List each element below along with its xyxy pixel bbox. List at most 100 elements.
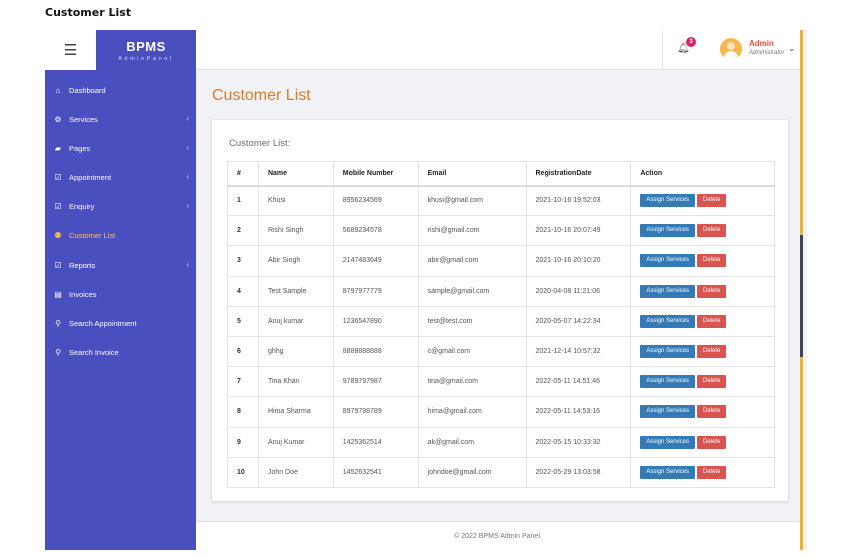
action-cell: Assign Services Delete bbox=[630, 426, 775, 458]
users-icon: ⚉ bbox=[54, 230, 62, 240]
sidebar-item-label: Search Appointment bbox=[69, 318, 137, 328]
customer-list-card: Customer List: # Name Mobile Number Email Re… bbox=[211, 119, 789, 502]
assign-services-button[interactable]: Assign Services bbox=[640, 224, 696, 238]
action-cell: Assign Services Delete bbox=[630, 456, 775, 488]
footer: © 2022 BPMS Admin Panel. bbox=[196, 521, 800, 550]
delete-button[interactable]: Delete bbox=[697, 375, 727, 389]
delete-button[interactable]: Delete bbox=[697, 405, 727, 419]
table-cell: test@test.com bbox=[417, 305, 527, 337]
customer-table: # Name Mobile Number Email RegistrationDate A… bbox=[227, 161, 775, 488]
delete-button[interactable]: Delete bbox=[697, 314, 727, 328]
sidebar-item-pages[interactable]: ▰ Pages ‹ bbox=[45, 138, 196, 158]
assign-services-button[interactable]: Assign Services bbox=[640, 314, 696, 328]
table-cell: 5689234578 bbox=[332, 215, 419, 247]
card-title: Customer List: bbox=[229, 138, 291, 149]
table-cell: Khusi bbox=[257, 184, 334, 217]
sidebar-item-customer-list[interactable]: ⚉ Customer List bbox=[45, 225, 196, 245]
action-cell: Assign Services Delete bbox=[630, 335, 775, 368]
sidebar-item-reports[interactable]: ☑ Reports ‹ bbox=[45, 255, 196, 275]
chevron-down-icon[interactable]: ⌄ bbox=[788, 43, 796, 54]
table-cell: johndoe@gmail.com bbox=[417, 456, 527, 488]
delete-button[interactable]: Delete bbox=[697, 254, 727, 268]
table-cell: Tina Khan bbox=[257, 366, 334, 398]
action-cell: Assign Services Delete bbox=[630, 305, 775, 337]
table-cell: 2021-10-16 19:52:03 bbox=[525, 184, 632, 217]
chevron-left-icon: ‹ bbox=[186, 172, 189, 181]
top-header: 🔔︎ 3 Admin Administrator ⌄ bbox=[196, 30, 800, 70]
delete-button[interactable]: Delete bbox=[697, 435, 727, 449]
app-window: ☰ BPMS AdminPanel 🔔︎ 3 Admin Administrat… bbox=[45, 30, 807, 550]
sidebar-item-appointment[interactable]: ☑ Appointment ‹ bbox=[45, 167, 196, 187]
avatar[interactable] bbox=[720, 38, 742, 60]
assign-services-button[interactable]: Assign Services bbox=[640, 254, 696, 268]
assign-services-button[interactable]: Assign Services bbox=[640, 194, 696, 208]
table-cell: 8 bbox=[227, 396, 259, 428]
action-cell: Assign Services Delete bbox=[630, 366, 775, 398]
notification-badge: 3 bbox=[686, 37, 696, 47]
assign-services-button[interactable]: Assign Services bbox=[640, 284, 696, 298]
table-cell: John Doe bbox=[257, 456, 334, 488]
table-cell: 2021-10-16 20:07:49 bbox=[525, 215, 632, 247]
sidebar-item-label: Enquiry bbox=[69, 201, 95, 211]
sidebar-item-services[interactable]: ⚙ Services ‹ bbox=[45, 109, 196, 129]
table-cell: 1236547890 bbox=[332, 305, 419, 337]
table-cell: 1425362514 bbox=[332, 426, 419, 458]
sidebar-item-enquiry[interactable]: ☑ Enquiry ‹ bbox=[45, 196, 196, 216]
home-icon: ⌂ bbox=[55, 85, 61, 95]
gears-icon: ⚙ bbox=[54, 114, 62, 124]
column-header: RegistrationDate bbox=[525, 161, 632, 187]
table-cell: 2 bbox=[227, 215, 259, 247]
chevron-left-icon: ‹ bbox=[186, 201, 189, 210]
table-cell: 2022-05-29 13:03:58 bbox=[525, 456, 632, 488]
delete-button[interactable]: Delete bbox=[697, 345, 727, 359]
table-row: 7 Tina Khan 9789797987 tina@gmail.com 2022-0… bbox=[227, 366, 775, 398]
table-cell: 8979798789 bbox=[332, 396, 419, 428]
table-row: 4 Test Sample 8797977779 sample@gmail.com 20… bbox=[227, 275, 775, 307]
action-cell: Assign Services Delete bbox=[630, 245, 775, 277]
delete-button[interactable]: Delete bbox=[697, 284, 727, 298]
table-cell: 5 bbox=[227, 305, 259, 337]
table-cell: 9 bbox=[227, 426, 259, 458]
table-cell: ghhg bbox=[257, 335, 334, 368]
window-title: Customer List bbox=[45, 6, 132, 19]
action-cell: Assign Services Delete bbox=[630, 184, 775, 217]
table-cell: 2022-05-15 10:33:32 bbox=[525, 426, 632, 458]
table-row: 9 Anuj Kumar 1425362514 ak@gmail.com 2022-05… bbox=[227, 426, 775, 458]
delete-button[interactable]: Delete bbox=[697, 194, 727, 208]
assign-services-button[interactable]: Assign Services bbox=[640, 345, 696, 359]
table-row: 8 Hima Sharma 8979798789 hima@gmail.com 2022… bbox=[227, 396, 775, 428]
user-name[interactable]: Admin bbox=[749, 39, 774, 48]
check-square-icon: ☑ bbox=[54, 172, 62, 182]
sidebar-item-label: Pages bbox=[69, 143, 91, 153]
sidebar-item-search-appointment[interactable]: ⚲ Search Appointment bbox=[45, 313, 196, 333]
sidebar-item-label: Appointment bbox=[69, 172, 112, 182]
assign-services-button[interactable]: Assign Services bbox=[640, 435, 696, 449]
table-cell: 2022-05-11 14:53:16 bbox=[525, 396, 632, 428]
table-cell: abir@gmail.com bbox=[417, 245, 527, 277]
column-header: # bbox=[227, 161, 259, 187]
table-row: 1 Khusi 8956234569 khusi@gmail.com 2021-10-1… bbox=[227, 184, 775, 217]
table-cell: Abir Singh bbox=[257, 245, 334, 277]
assign-services-button[interactable]: Assign Services bbox=[640, 375, 696, 389]
sidebar-item-invoices[interactable]: ▤ Invoices bbox=[45, 284, 196, 304]
chevron-left-icon: ‹ bbox=[186, 143, 189, 152]
search-icon: ⚲ bbox=[55, 347, 61, 357]
chevron-left-icon: ‹ bbox=[186, 260, 189, 269]
brand-logo[interactable]: BPMS AdminPanel bbox=[96, 30, 196, 70]
column-header: Mobile Number bbox=[332, 161, 419, 187]
delete-button[interactable]: Delete bbox=[697, 224, 727, 238]
assign-services-button[interactable]: Assign Services bbox=[640, 465, 696, 479]
sidebar-item-dashboard[interactable]: ⌂ Dashboard bbox=[45, 80, 196, 100]
table-body: 1 Khusi 8956234569 khusi@gmail.com 2021-10-1… bbox=[227, 184, 775, 488]
brand-title: BPMS bbox=[126, 38, 166, 54]
table-header-row: # Name Mobile Number Email RegistrationDate A… bbox=[227, 161, 775, 187]
table-cell: 2147483649 bbox=[332, 245, 419, 277]
sidebar-item-search-invoice[interactable]: ⚲ Search Invoice bbox=[45, 342, 196, 362]
menu-toggle-icon[interactable]: ☰ bbox=[45, 30, 96, 70]
action-cell: Assign Services Delete bbox=[630, 396, 775, 428]
delete-button[interactable]: Delete bbox=[697, 465, 727, 479]
assign-services-button[interactable]: Assign Services bbox=[640, 405, 696, 419]
scrollbar-thumb[interactable] bbox=[800, 235, 803, 357]
table-cell: Anuj Kumar bbox=[257, 426, 334, 458]
brand-area: ☰ BPMS AdminPanel bbox=[45, 30, 196, 70]
